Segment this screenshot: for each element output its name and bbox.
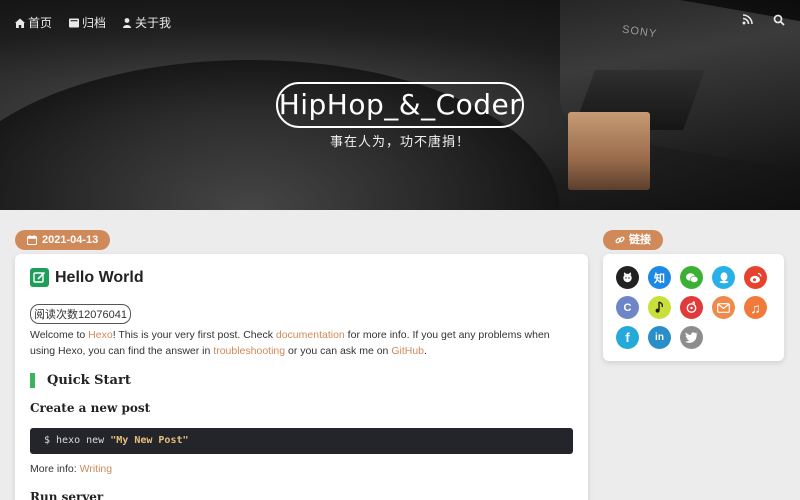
site-subtitle: 事在人为，功不唐捐！ bbox=[329, 134, 470, 149]
home-icon bbox=[15, 18, 25, 28]
top-nav: 首页 归档 关于我 bbox=[0, 0, 800, 42]
create-post-heading: Create a new post bbox=[30, 401, 151, 415]
netease-music-icon[interactable] bbox=[680, 296, 703, 319]
archive-icon bbox=[69, 18, 79, 27]
writing-link[interactable]: Writing bbox=[80, 463, 112, 475]
view-count-badge: 阅读次数12076041 bbox=[30, 304, 131, 324]
link-icon bbox=[615, 236, 625, 244]
nav-home[interactable]: 首页 bbox=[14, 14, 52, 31]
calendar-icon bbox=[27, 235, 37, 245]
coding-icon[interactable]: C bbox=[616, 296, 639, 319]
quick-start-heading: Quick Start bbox=[30, 373, 131, 388]
nav-about[interactable]: 关于我 bbox=[121, 14, 171, 31]
user-icon bbox=[123, 17, 131, 28]
links-badge: 链接 bbox=[603, 230, 663, 250]
twitter-icon[interactable] bbox=[680, 326, 703, 349]
documentation-link[interactable]: documentation bbox=[276, 329, 345, 341]
nav-archive[interactable]: 归档 bbox=[68, 14, 106, 31]
post-date-badge: 2021-04-13 bbox=[15, 230, 111, 250]
edit-icon bbox=[30, 268, 49, 287]
troubleshooting-link[interactable]: troubleshooting bbox=[213, 345, 285, 357]
linkedin-icon[interactable]: in bbox=[648, 326, 671, 349]
zhihu-icon[interactable]: 知 bbox=[648, 266, 671, 289]
qq-icon[interactable] bbox=[712, 266, 735, 289]
post-card: Hello World 阅读次数12076041 Welcome to Hexo… bbox=[15, 254, 588, 500]
code-block: $ hexo new "My New Post" bbox=[30, 428, 573, 454]
search-button[interactable] bbox=[773, 14, 785, 29]
code-command: $ hexo new bbox=[44, 435, 111, 446]
hexo-link[interactable]: Hexo bbox=[88, 329, 113, 341]
github-link[interactable]: GitHub bbox=[391, 345, 424, 357]
rss-button[interactable] bbox=[742, 14, 753, 28]
music-note-icon[interactable] bbox=[648, 296, 671, 319]
github-icon[interactable] bbox=[616, 266, 639, 289]
code-argument: "My New Post" bbox=[110, 435, 189, 446]
post-intro: Welcome to Hexo! This is your very first… bbox=[30, 329, 550, 357]
post-date: 2021-04-13 bbox=[42, 234, 99, 246]
social-links-card: 知 C ♫ f in bbox=[603, 254, 784, 361]
rss-icon bbox=[742, 14, 753, 25]
nav-about-label: 关于我 bbox=[135, 16, 172, 30]
cartridge-body-image bbox=[568, 112, 650, 190]
nav-archive-label: 归档 bbox=[82, 16, 107, 30]
run-server-heading: Run server bbox=[30, 490, 104, 500]
email-icon[interactable] bbox=[712, 296, 735, 319]
site-title[interactable]: HipHop_&_Coder bbox=[276, 82, 524, 128]
post-title-row[interactable]: Hello World bbox=[30, 268, 144, 287]
links-label: 链接 bbox=[629, 234, 651, 246]
weibo-icon[interactable] bbox=[744, 266, 767, 289]
more-info: More info: Writing bbox=[30, 463, 113, 475]
nav-home-label: 首页 bbox=[28, 16, 53, 30]
wechat-icon[interactable] bbox=[680, 266, 703, 289]
music-icon[interactable]: ♫ bbox=[744, 296, 767, 319]
post-title: Hello World bbox=[55, 268, 144, 286]
search-icon bbox=[773, 14, 785, 26]
facebook-icon[interactable]: f bbox=[616, 326, 639, 349]
